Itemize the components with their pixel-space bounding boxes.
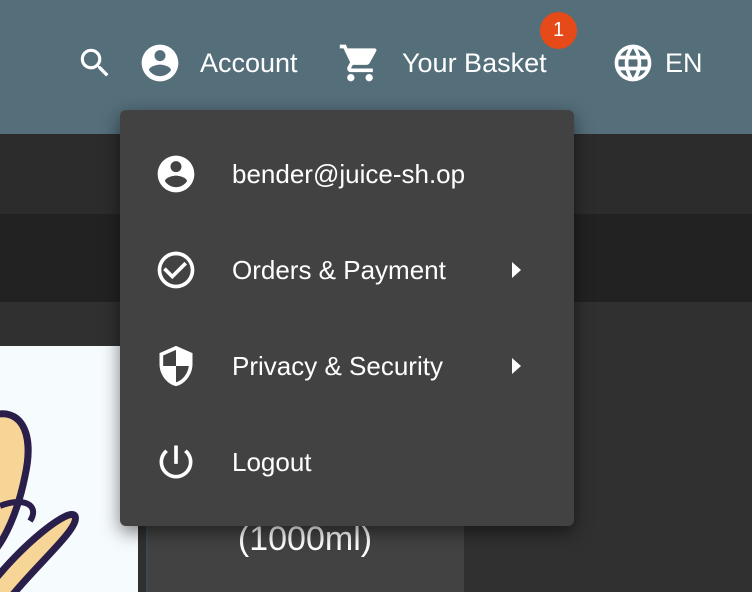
cart-icon [339, 44, 377, 82]
account-menu: bender@juice-sh.op Orders & Payment Priv… [120, 110, 574, 526]
menu-item-label: Logout [232, 446, 312, 477]
basket-count-badge: 1 [540, 12, 577, 49]
submenu-arrow-icon [512, 262, 521, 278]
basket-button[interactable]: Your Basket [338, 40, 547, 86]
basket-label: Your Basket [402, 47, 547, 78]
submenu-arrow-icon [512, 358, 521, 374]
power-icon [154, 440, 198, 484]
menu-item-privacy-security[interactable]: Privacy & Security [120, 318, 574, 414]
account-button[interactable]: Account [138, 40, 298, 86]
page: (1000ml) Account Your Basket EN 1 bender… [0, 0, 752, 592]
menu-item-label: Privacy & Security [232, 350, 443, 381]
account-circle-icon [141, 44, 179, 82]
search-button[interactable] [76, 40, 114, 86]
search-icon [80, 48, 109, 77]
product-image[interactable] [0, 346, 138, 592]
globe-icon [614, 44, 652, 82]
language-button[interactable]: EN [611, 40, 703, 86]
account-circle-icon [154, 152, 198, 196]
menu-item-orders-payment[interactable]: Orders & Payment [120, 222, 574, 318]
menu-item-label: Orders & Payment [232, 254, 446, 285]
menu-item-user-email[interactable]: bender@juice-sh.op [120, 126, 574, 222]
menu-item-logout[interactable]: Logout [120, 414, 574, 510]
shield-icon [154, 344, 198, 388]
language-label: EN [665, 47, 703, 78]
account-label: Account [200, 47, 298, 78]
check-circle-icon [154, 248, 198, 292]
banana-illustration [0, 410, 79, 592]
menu-item-label: bender@juice-sh.op [232, 158, 466, 189]
